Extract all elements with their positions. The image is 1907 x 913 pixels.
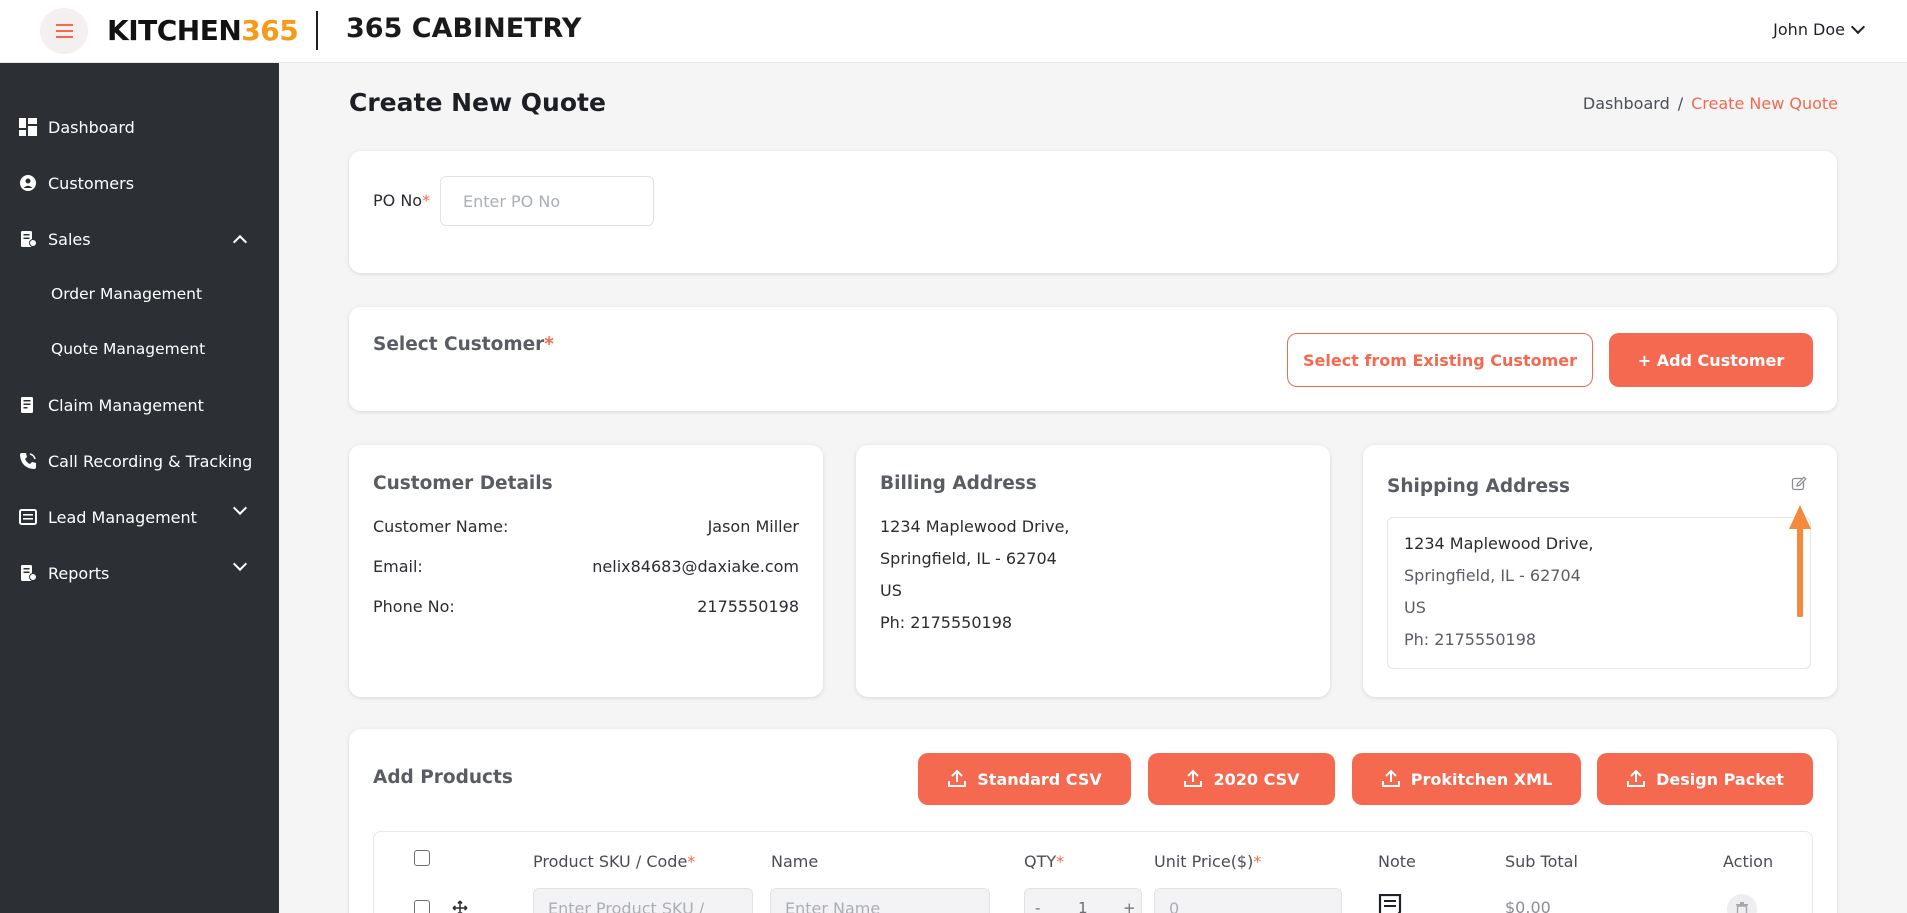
upload-icon [1184, 769, 1203, 787]
drag-handle-icon[interactable] [452, 900, 468, 913]
user-name: John Doe [1773, 20, 1845, 39]
select-customer-card: Select Customer* Select from Existing Cu… [349, 307, 1837, 411]
sidebar-item-lead-management[interactable]: Lead Management [0, 497, 279, 537]
column-header-sku: Product SKU / Code* [533, 852, 696, 871]
po-number-input[interactable] [440, 176, 654, 226]
edit-icon[interactable] [1791, 476, 1807, 492]
trash-icon [1736, 902, 1748, 913]
customers-icon [18, 173, 38, 193]
qty-decrement-button[interactable]: - [1035, 899, 1040, 913]
breadcrumb-current: Create New Quote [1691, 94, 1838, 113]
claim-icon [18, 395, 38, 415]
shipping-line-3: US [1404, 598, 1426, 617]
chevron-down-icon [1850, 19, 1866, 35]
top-bar: KITCHEN365 365 CABINETRY John Doe [0, 0, 1907, 63]
billing-line-4: Ph: 2175550198 [880, 613, 1013, 632]
sidebar-item-dashboard[interactable]: Dashboard [0, 107, 279, 147]
shipping-line-2: Springfield, IL - 62704 [1404, 566, 1581, 585]
select-all-checkbox[interactable] [414, 850, 430, 866]
unit-price-input[interactable]: 0 [1154, 888, 1342, 913]
column-header-qty: QTY* [1024, 852, 1065, 871]
brand-logo[interactable]: KITCHEN365 [107, 14, 299, 47]
qty-value[interactable]: 1 [1078, 899, 1088, 913]
customer-details-title: Customer Details [373, 473, 553, 494]
qty-increment-button[interactable]: + [1123, 899, 1136, 913]
shipping-address-title: Shipping Address [1387, 476, 1571, 497]
billing-address-title: Billing Address [880, 473, 1037, 494]
company-name: 365 CABINETRY [346, 13, 582, 44]
logo-divider [316, 11, 318, 50]
sidebar-item-reports[interactable]: Reports [0, 553, 279, 593]
design-packet-button[interactable]: Design Packet [1597, 753, 1813, 805]
page-title: Create New Quote [349, 88, 606, 117]
column-header-note: Note [1378, 852, 1416, 871]
chevron-up-icon [232, 234, 248, 250]
billing-line-1: 1234 Maplewood Drive, [880, 517, 1070, 536]
add-customer-button[interactable]: + Add Customer [1609, 333, 1813, 387]
product-name-input[interactable]: Enter Name [770, 888, 990, 913]
customer-phone-row: Phone No: 2175550198 [373, 597, 799, 616]
lead-icon [18, 507, 38, 527]
standard-csv-button[interactable]: Standard CSV [918, 753, 1131, 805]
product-sku-input[interactable]: Enter Product SKU / Code [533, 888, 753, 913]
breadcrumb: Dashboard / Create New Quote [1582, 94, 1838, 113]
reports-icon [18, 563, 38, 583]
shipping-line-1: 1234 Maplewood Drive, [1404, 534, 1594, 553]
hamburger-icon [55, 24, 73, 38]
sidebar: Dashboard Customers Sales Order Manageme… [0, 63, 279, 913]
customer-email-value: nelix84683@daxiake.com [592, 557, 799, 576]
billing-line-3: US [880, 581, 902, 600]
user-menu[interactable]: John Doe [1773, 19, 1866, 39]
quantity-stepper: - 1 + [1024, 888, 1142, 913]
sidebar-item-sales[interactable]: Sales [0, 219, 279, 259]
customer-email-row: Email: nelix84683@daxiake.com [373, 557, 799, 576]
column-header-subtotal: Sub Total [1505, 852, 1578, 871]
sidebar-item-order-management[interactable]: Order Management [51, 285, 202, 303]
customer-name-value: Jason Miller [707, 517, 799, 536]
po-label: PO No* [373, 191, 431, 210]
shipping-line-4: Ph: 2175550198 [1404, 630, 1537, 649]
products-table: Product SKU / Code* Name QTY* Unit Price… [373, 831, 1813, 913]
upload-icon [1627, 769, 1646, 787]
delete-row-button[interactable] [1727, 894, 1757, 913]
billing-line-2: Springfield, IL - 62704 [880, 549, 1057, 568]
shipping-address-card: Shipping Address 1234 Maplewood Drive, S… [1363, 445, 1837, 697]
chevron-down-icon [232, 556, 248, 572]
add-products-card: Add Products Standard CSV 2020 CSV Proki… [349, 729, 1837, 913]
sidebar-item-claim-management[interactable]: Claim Management [0, 385, 279, 425]
upload-icon [948, 769, 967, 787]
customer-phone-value: 2175550198 [697, 597, 799, 616]
sidebar-item-customers[interactable]: Customers [0, 163, 279, 203]
breadcrumb-home[interactable]: Dashboard [1583, 94, 1670, 113]
select-existing-customer-button[interactable]: Select from Existing Customer [1287, 333, 1593, 387]
sidebar-item-call-recording[interactable]: Call Recording & Tracking [0, 441, 279, 481]
sales-icon [18, 229, 38, 249]
po-card: PO No* [349, 151, 1837, 273]
select-customer-title: Select Customer* [373, 334, 554, 355]
shipping-address-box: 1234 Maplewood Drive, Springfield, IL - … [1387, 517, 1811, 669]
add-products-title: Add Products [373, 767, 513, 788]
dashboard-icon [18, 117, 38, 137]
billing-address-card: Billing Address 1234 Maplewood Drive, Sp… [856, 445, 1330, 697]
upload-icon [1381, 769, 1400, 787]
annotation-arrow-icon [1789, 505, 1811, 617]
column-header-action: Action [1723, 852, 1774, 871]
note-icon[interactable] [1378, 894, 1402, 913]
menu-toggle-button[interactable] [40, 8, 88, 54]
customer-details-card: Customer Details Customer Name: Jason Mi… [349, 445, 823, 697]
chevron-down-icon [232, 500, 248, 516]
phone-icon [18, 451, 38, 471]
customer-name-row: Customer Name: Jason Miller [373, 517, 799, 536]
row-checkbox[interactable] [414, 900, 430, 913]
column-header-name: Name [771, 852, 819, 871]
prokitchen-xml-button[interactable]: Prokitchen XML [1352, 753, 1581, 805]
2020-csv-button[interactable]: 2020 CSV [1148, 753, 1335, 805]
sidebar-item-quote-management[interactable]: Quote Management [51, 340, 205, 358]
row-subtotal: $0.00 [1505, 898, 1551, 913]
column-header-unit-price: Unit Price($)* [1154, 852, 1262, 871]
